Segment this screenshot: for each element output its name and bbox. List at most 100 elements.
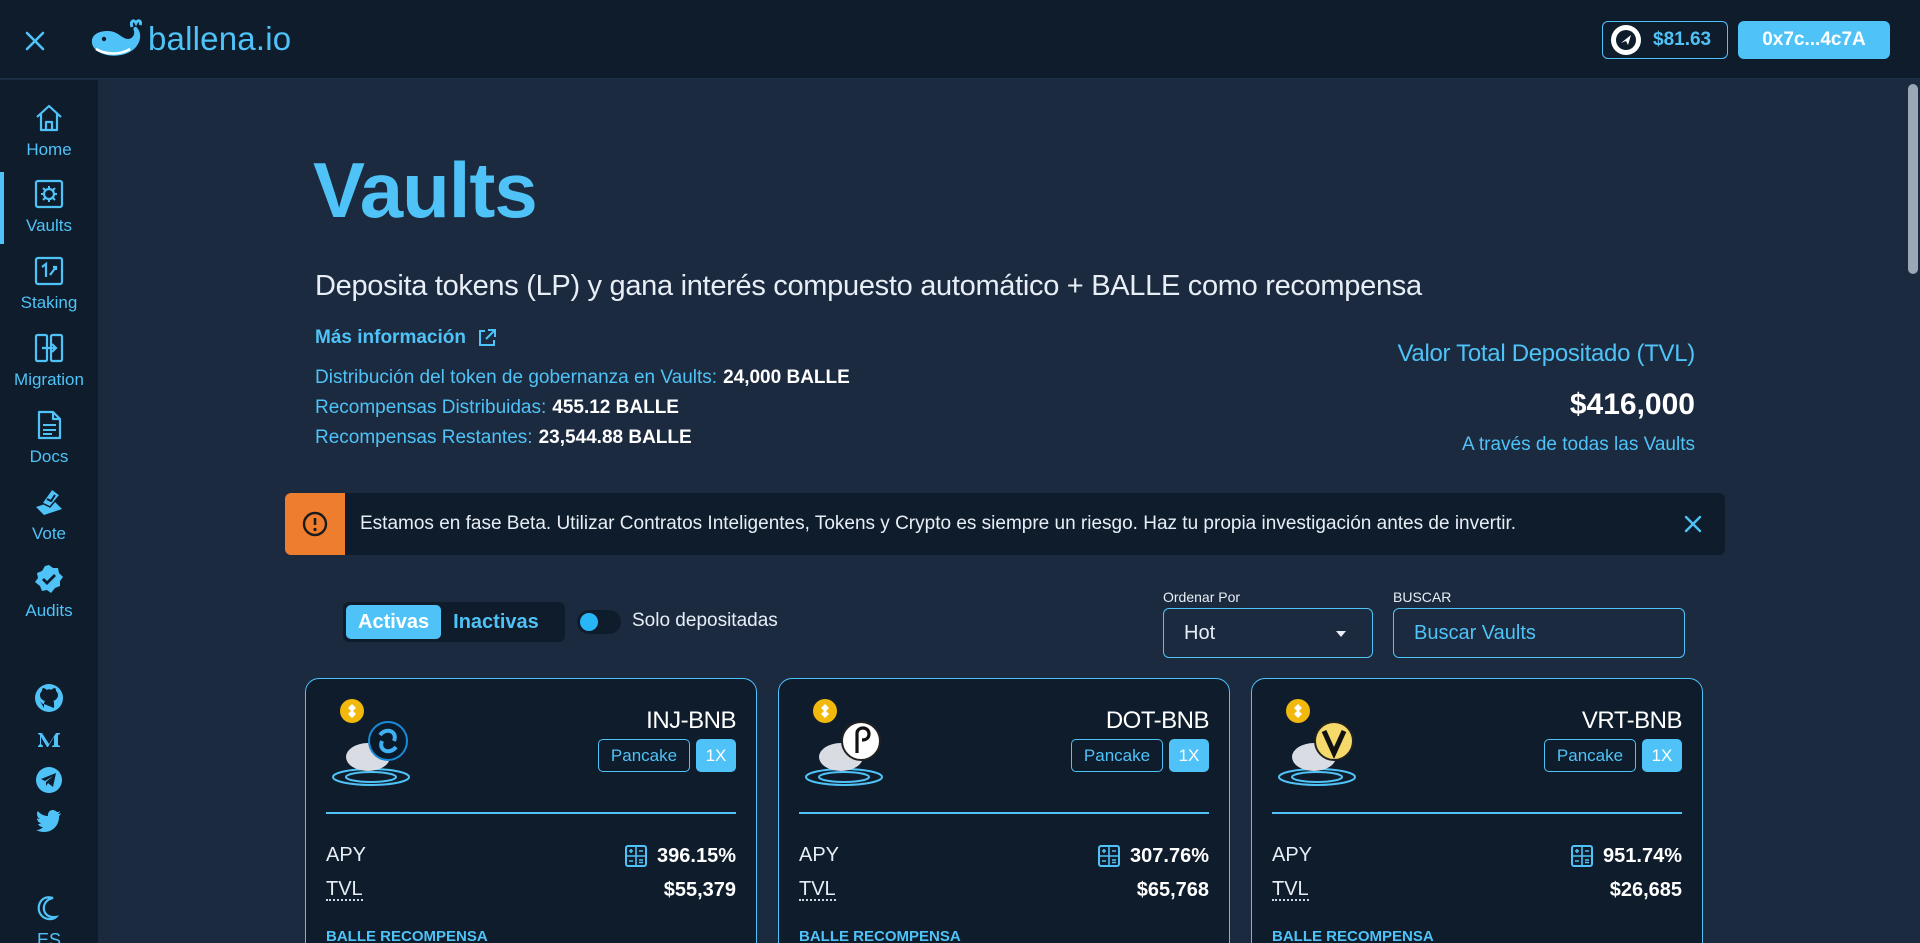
divider — [799, 812, 1209, 814]
vault-name: DOT-BNB — [1105, 707, 1210, 734]
sidebar-item-label: Vaults — [26, 216, 72, 235]
sidebar-item-label: Audits — [25, 601, 73, 620]
migration-icon — [31, 330, 67, 366]
tvl-label[interactable]: TVL — [1272, 879, 1309, 901]
sidebar-item-label: Staking — [20, 293, 78, 312]
calculator-icon[interactable] — [624, 844, 648, 868]
divider — [326, 812, 736, 814]
platform-badge: Pancake — [1544, 739, 1636, 772]
apy-value: 951.74% — [1603, 844, 1682, 867]
top-bar: ballena.io $81.63 0x7c...4c7A — [0, 0, 1920, 79]
close-banner-icon[interactable] — [1679, 510, 1707, 538]
medium-icon[interactable] — [29, 722, 69, 758]
stat-value: 455.12 BALLE — [552, 397, 679, 418]
reward-label: BALLE RECOMPENSA — [799, 928, 961, 943]
apy-label: APY — [1272, 844, 1313, 866]
divider — [1272, 812, 1682, 814]
apy-label: APY — [326, 844, 367, 866]
stat-value: 24,000 BALLE — [723, 367, 850, 388]
page-title: Vaults — [313, 146, 538, 234]
multiplier-badge: 1X — [1642, 739, 1682, 772]
multiplier-badge: 1X — [696, 739, 736, 772]
sidebar-item-staking[interactable]: Staking — [0, 249, 98, 319]
sidebar-item-audits[interactable]: Audits — [0, 557, 98, 627]
vault-icon — [31, 176, 67, 212]
search-input[interactable] — [1393, 608, 1685, 658]
tvl-label[interactable]: TVL — [326, 879, 363, 901]
audits-icon — [31, 561, 67, 597]
sidebar-item-label: Vote — [31, 524, 67, 543]
pair-icon — [328, 697, 414, 789]
docs-icon — [31, 407, 67, 443]
remaining-rewards-stat: Recompensas Restantes: 23,544.88 BALLE — [315, 427, 692, 449]
whale-logo-icon — [91, 19, 142, 56]
close-icon[interactable] — [18, 24, 52, 58]
sort-select[interactable]: Hot — [1163, 608, 1373, 658]
more-info-link[interactable]: Más información — [315, 327, 498, 349]
external-link-icon — [478, 329, 496, 346]
moon-icon[interactable] — [29, 890, 69, 926]
telegram-icon[interactable] — [29, 762, 69, 798]
sort-value: Hot — [1184, 621, 1216, 644]
beta-warning-text: Estamos en fase Beta. Utilizar Contratos… — [360, 513, 1517, 534]
apy-value-row: 307.76% — [1097, 844, 1209, 868]
vault-name: VRT-BNB — [1581, 707, 1683, 734]
twitter-icon[interactable] — [29, 803, 69, 839]
wallet-button[interactable]: 0x7c...4c7A — [1738, 21, 1890, 59]
apy-value-row: 951.74% — [1570, 844, 1682, 868]
token-price: $81.63 — [1653, 29, 1712, 50]
stat-label: Recompensas Distribuidas: — [315, 397, 547, 418]
sidebar-item-vaults[interactable]: Vaults — [0, 172, 98, 244]
sidebar-item-label: Home — [26, 140, 72, 159]
sidebar-item-vote[interactable]: Vote — [0, 480, 98, 550]
toggle-knob — [580, 613, 598, 631]
scrollbar-thumb[interactable] — [1908, 84, 1918, 274]
beta-warning-banner: Estamos en fase Beta. Utilizar Contratos… — [285, 493, 1725, 555]
apy-value-row: 396.15% — [624, 844, 736, 868]
apy-label: APY — [799, 844, 840, 866]
sort-label: Ordenar Por — [1163, 589, 1241, 605]
calculator-icon[interactable] — [1097, 844, 1121, 868]
sidebar-item-docs[interactable]: Docs — [0, 403, 98, 473]
tab-active[interactable]: Activas — [346, 605, 442, 639]
sidebar-item-label: Docs — [29, 447, 69, 466]
more-info-label: Más información — [315, 327, 466, 348]
tab-inactive[interactable]: Inactivas — [441, 605, 551, 639]
calculator-icon[interactable] — [1570, 844, 1594, 868]
only-deposited-toggle[interactable] — [577, 610, 621, 634]
balle-token-icon — [1611, 25, 1641, 55]
chevron-down-icon — [1336, 631, 1346, 637]
token-price-badge[interactable]: $81.63 — [1602, 21, 1728, 59]
platform-badge: Pancake — [1071, 739, 1163, 772]
home-icon — [31, 100, 67, 136]
distributed-rewards-stat: Recompensas Distribuidas: 455.12 BALLE — [315, 397, 679, 419]
status-segmented-control: Activas Inactivas — [343, 602, 565, 642]
vault-card-vrt-bnb[interactable]: VRT-BNB Pancake 1X APY 951.74% TVL $26,6… — [1251, 678, 1703, 943]
sidebar-item-home[interactable]: Home — [0, 96, 98, 166]
staking-icon — [31, 253, 67, 289]
vault-name: INJ-BNB — [646, 707, 736, 734]
tvl-value: $416,000 — [1569, 388, 1695, 421]
vote-icon — [31, 484, 67, 520]
only-deposited-label: Solo depositadas — [632, 610, 778, 631]
reward-label: BALLE RECOMPENSA — [326, 928, 488, 943]
language-selector[interactable]: ES — [0, 930, 98, 943]
vault-card-dot-bnb[interactable]: DOT-BNB Pancake 1X APY 307.76% TVL $65,7… — [778, 678, 1230, 943]
tvl-subtitle: A través de todas las Vaults — [1461, 434, 1695, 455]
logo[interactable]: ballena.io — [88, 16, 291, 62]
vault-card-inj-bnb[interactable]: INJ-BNB Pancake 1X APY 396.15% TVL $55,3… — [305, 678, 757, 943]
stat-label: Recompensas Restantes: — [315, 427, 533, 448]
tvl-title: Valor Total Depositado (TVL) — [1397, 340, 1695, 367]
search-label: BUSCAR — [1393, 589, 1452, 605]
stat-label: Distribución del token de gobernanza en … — [315, 367, 718, 388]
pair-icon — [801, 697, 887, 789]
multiplier-badge: 1X — [1169, 739, 1209, 772]
github-icon[interactable] — [29, 680, 69, 716]
warning-icon — [285, 493, 345, 555]
stat-value: 23,544.88 BALLE — [538, 427, 692, 448]
pair-icon — [1274, 697, 1360, 789]
sidebar-item-migration[interactable]: Migration — [0, 326, 98, 396]
sidebar: Home Vaults Staking Migration Docs Vote — [0, 80, 98, 943]
tvl-label[interactable]: TVL — [799, 879, 836, 901]
tvl-summary: Valor Total Depositado (TVL) $416,000 A … — [1397, 340, 1695, 456]
